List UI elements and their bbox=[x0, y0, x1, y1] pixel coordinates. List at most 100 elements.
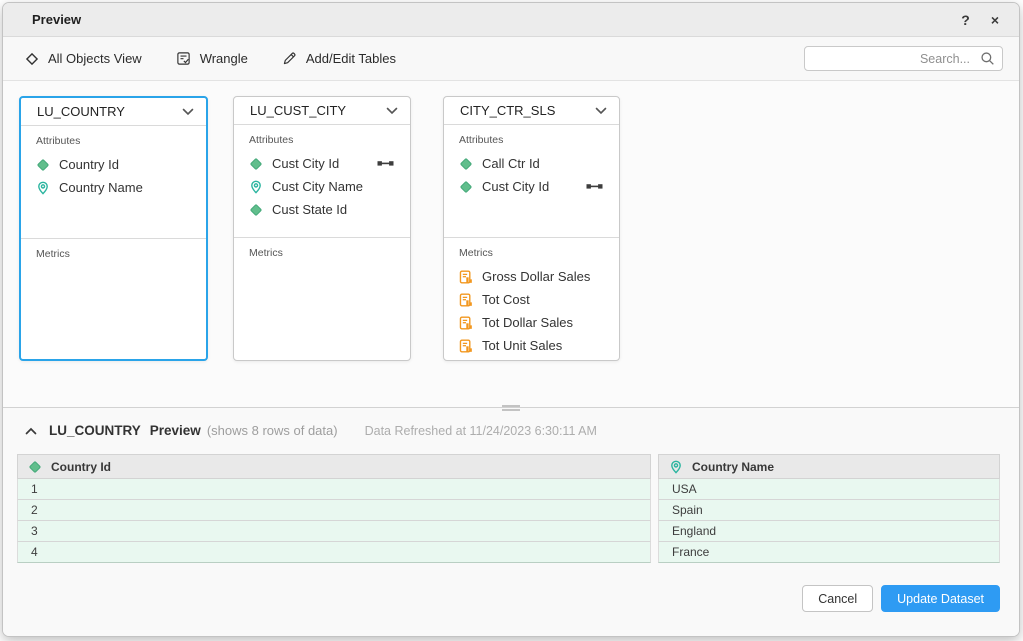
metrics-section: Metrics bbox=[234, 237, 410, 360]
table-card[interactable]: CITY_CTR_SLS Attributes Call Ctr Id Cust Ci… bbox=[443, 96, 620, 361]
close-icon[interactable]: × bbox=[991, 13, 999, 27]
attribute-pin-icon bbox=[669, 460, 683, 474]
metrics-label: Metrics bbox=[36, 248, 192, 260]
table-name: CITY_CTR_SLS bbox=[460, 103, 555, 118]
metric-icon bbox=[459, 339, 473, 353]
join-link-icon bbox=[377, 159, 394, 168]
preview-panel: LU_COUNTRY Preview (shows 8 rows of data… bbox=[3, 408, 1019, 636]
column-header-label: Country Name bbox=[692, 460, 774, 474]
splitter-drag-handle[interactable] bbox=[502, 404, 520, 411]
column-header-label: Country Id bbox=[51, 460, 111, 474]
attribute-diamond-icon bbox=[249, 157, 263, 171]
add-edit-tables-label: Add/Edit Tables bbox=[306, 51, 396, 66]
attributes-label: Attributes bbox=[36, 135, 192, 147]
attribute-item[interactable]: Cust City Id bbox=[459, 175, 605, 198]
wrangle-label: Wrangle bbox=[200, 51, 248, 66]
chevron-down-icon[interactable] bbox=[595, 107, 607, 115]
chevron-up-icon[interactable] bbox=[25, 427, 37, 435]
attribute-name: Call Ctr Id bbox=[482, 156, 540, 171]
table-card-header[interactable]: CITY_CTR_SLS bbox=[444, 97, 619, 125]
attribute-item[interactable]: Cust City Id bbox=[249, 152, 396, 175]
table-name: LU_CUST_CITY bbox=[250, 103, 346, 118]
metric-icon bbox=[459, 270, 473, 284]
table-card-header[interactable]: LU_CUST_CITY bbox=[234, 97, 410, 125]
all-objects-view-button[interactable]: All Objects View bbox=[25, 51, 142, 66]
preview-dialog: Preview ? × All Objects View Wrangle Add… bbox=[2, 2, 1020, 637]
attributes-section: Attributes Cust City Id Cust City Name Cust… bbox=[234, 125, 410, 237]
attribute-item[interactable]: Cust City Name bbox=[249, 175, 396, 198]
dialog-titlebar: Preview ? × bbox=[3, 3, 1019, 37]
attributes-label: Attributes bbox=[459, 134, 605, 146]
help-icon[interactable]: ? bbox=[961, 13, 970, 27]
metric-item[interactable]: Tot Unit Sales bbox=[459, 334, 605, 357]
table-name: LU_COUNTRY bbox=[37, 104, 125, 119]
window-actions: ? × bbox=[961, 13, 999, 27]
table-card-header[interactable]: LU_COUNTRY bbox=[21, 98, 206, 126]
metric-item[interactable]: Tot Dollar Sales bbox=[459, 311, 605, 334]
table-cell: Spain bbox=[658, 500, 1000, 521]
panel-splitter bbox=[3, 407, 1019, 408]
metric-icon bbox=[459, 293, 473, 307]
data-refreshed-text: Data Refreshed at 11/24/2023 6:30:11 AM bbox=[365, 424, 597, 438]
column-header[interactable]: Country Name bbox=[658, 454, 1000, 479]
metric-item[interactable]: Tot Cost bbox=[459, 288, 605, 311]
wrangle-button[interactable]: Wrangle bbox=[176, 51, 248, 66]
column-header[interactable]: Country Id bbox=[17, 454, 651, 479]
pencil-icon bbox=[282, 51, 297, 66]
attributes-label: Attributes bbox=[249, 134, 396, 146]
attribute-diamond-icon bbox=[36, 158, 50, 172]
search-box bbox=[804, 46, 1003, 71]
metrics-section: Metrics bbox=[21, 238, 206, 359]
metric-item[interactable]: Gross Dollar Sales bbox=[459, 265, 605, 288]
preview-title: Preview bbox=[150, 423, 201, 438]
tables-canvas: LU_COUNTRY Attributes Country Id Country Na… bbox=[3, 81, 1019, 407]
toolbar: All Objects View Wrangle Add/Edit Tables bbox=[3, 37, 1019, 81]
attribute-diamond-icon bbox=[459, 157, 473, 171]
chevron-down-icon[interactable] bbox=[386, 107, 398, 115]
attribute-pin-icon bbox=[249, 180, 263, 194]
table-column: Country NameUSASpainEnglandFrance bbox=[658, 454, 1000, 563]
update-dataset-button[interactable]: Update Dataset bbox=[881, 585, 1000, 612]
search-input[interactable] bbox=[804, 46, 1003, 71]
preview-data-table: Country Id1234Country NameUSASpainEnglan… bbox=[17, 454, 1000, 563]
attribute-name: Cust City Id bbox=[272, 156, 339, 171]
table-card[interactable]: LU_CUST_CITY Attributes Cust City Id Cust C… bbox=[233, 96, 411, 361]
metric-icon bbox=[459, 316, 473, 330]
metrics-label: Metrics bbox=[249, 247, 396, 259]
table-cell: France bbox=[658, 542, 1000, 563]
table-column: Country Id1234 bbox=[17, 454, 651, 563]
search-icon bbox=[980, 51, 995, 71]
metric-name: Gross Dollar Sales bbox=[482, 269, 590, 284]
attribute-name: Country Id bbox=[59, 157, 119, 172]
dialog-title: Preview bbox=[32, 12, 81, 27]
attribute-name: Cust State Id bbox=[272, 202, 347, 217]
attribute-item[interactable]: Cust State Id bbox=[249, 198, 396, 221]
metric-name: Tot Unit Sales bbox=[482, 338, 562, 353]
attribute-diamond-icon bbox=[249, 203, 263, 217]
table-card[interactable]: LU_COUNTRY Attributes Country Id Country Na… bbox=[19, 96, 208, 361]
attribute-name: Cust City Id bbox=[482, 179, 549, 194]
metric-name: Tot Cost bbox=[482, 292, 530, 307]
table-cell: England bbox=[658, 521, 1000, 542]
preview-table-name: LU_COUNTRY bbox=[49, 423, 141, 438]
metrics-label: Metrics bbox=[459, 247, 605, 259]
metrics-section: Metrics Gross Dollar Sales Tot Cost Tot Dol… bbox=[444, 237, 619, 360]
table-cell: 3 bbox=[17, 521, 651, 542]
table-cell: 4 bbox=[17, 542, 651, 563]
add-edit-tables-button[interactable]: Add/Edit Tables bbox=[282, 51, 396, 66]
cancel-button[interactable]: Cancel bbox=[802, 585, 873, 612]
chevron-down-icon[interactable] bbox=[182, 108, 194, 116]
attribute-name: Cust City Name bbox=[272, 179, 363, 194]
attribute-item[interactable]: Call Ctr Id bbox=[459, 152, 605, 175]
attributes-section: Attributes Call Ctr Id Cust City Id bbox=[444, 125, 619, 237]
diamond-outline-icon bbox=[25, 52, 39, 66]
join-link-icon bbox=[586, 182, 603, 191]
table-cell: 2 bbox=[17, 500, 651, 521]
attributes-section: Attributes Country Id Country Name bbox=[21, 126, 206, 238]
attribute-pin-icon bbox=[36, 181, 50, 195]
attribute-item[interactable]: Country Name bbox=[36, 176, 192, 199]
attribute-diamond-icon bbox=[459, 180, 473, 194]
attribute-item[interactable]: Country Id bbox=[36, 153, 192, 176]
preview-panel-header: LU_COUNTRY Preview (shows 8 rows of data… bbox=[3, 408, 1019, 438]
wrangle-icon bbox=[176, 51, 191, 66]
